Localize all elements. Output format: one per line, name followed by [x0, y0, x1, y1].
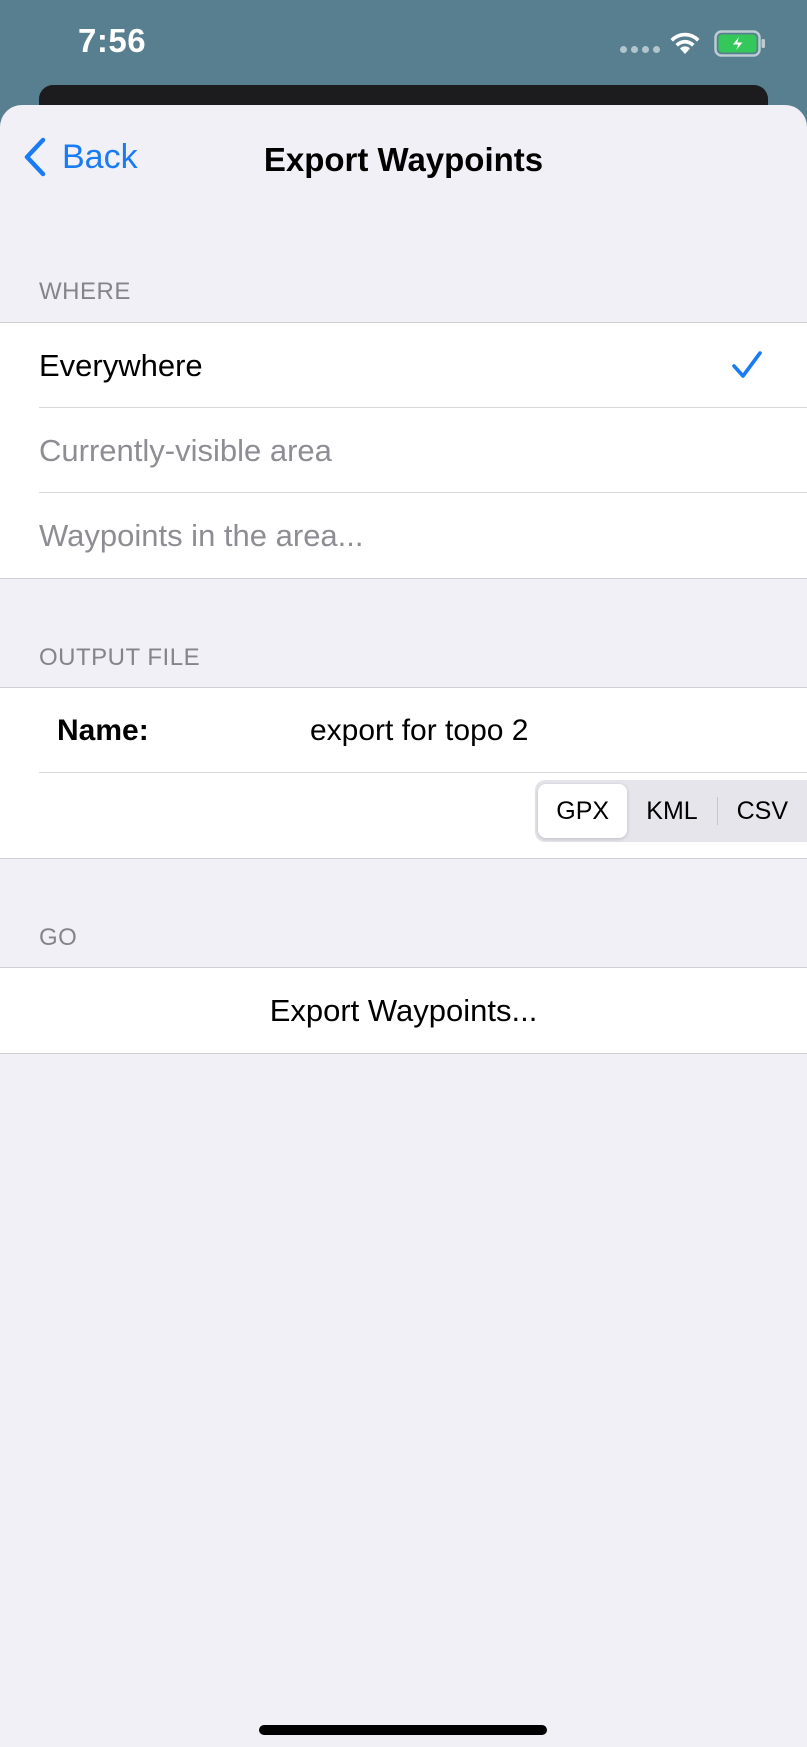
section-header-go: GO	[39, 924, 78, 951]
back-button[interactable]: Back	[22, 137, 138, 177]
format-segment-kml[interactable]: KML	[627, 784, 716, 838]
back-label: Back	[62, 137, 138, 176]
navigation-bar: Export Waypoints Back	[0, 105, 807, 215]
cellular-signal-icon	[620, 46, 660, 53]
where-options-group: Everywhere Currently-visible area Waypoi…	[0, 322, 807, 579]
name-row: Name: export for topo 2	[0, 688, 807, 773]
section-header-where: WHERE	[39, 278, 131, 305]
go-group: Export Waypoints...	[0, 967, 807, 1054]
name-label: Name:	[57, 713, 149, 747]
format-segment-gpx[interactable]: GPX	[538, 784, 628, 838]
file-name-input[interactable]: export for topo 2	[310, 714, 528, 748]
battery-charging-icon	[714, 30, 765, 57]
option-currently-visible-area[interactable]: Currently-visible area	[0, 408, 807, 493]
status-bar: 7:56	[0, 0, 807, 90]
format-segmented-control[interactable]: GPX KML CSV	[535, 780, 807, 842]
option-everywhere[interactable]: Everywhere	[0, 323, 807, 408]
section-header-output-file: OUTPUT FILE	[39, 644, 201, 671]
option-label: Currently-visible area	[39, 432, 332, 468]
format-segment-csv[interactable]: CSV	[718, 784, 807, 838]
status-time: 7:56	[78, 22, 147, 59]
chevron-left-icon	[24, 137, 46, 177]
export-waypoints-button[interactable]: Export Waypoints...	[0, 968, 807, 1053]
wifi-icon	[670, 32, 700, 54]
home-indicator	[259, 1725, 547, 1735]
output-file-group: Name: export for topo 2 GPX KML CSV	[0, 687, 807, 859]
option-label: Waypoints in the area...	[39, 517, 364, 553]
checkmark-icon	[732, 351, 762, 378]
export-label: Export Waypoints...	[269, 992, 538, 1028]
option-waypoints-in-area[interactable]: Waypoints in the area...	[0, 493, 807, 578]
export-waypoints-sheet: Export Waypoints Back WHERE Everywhere C…	[0, 105, 807, 1747]
format-row: GPX KML CSV	[0, 773, 807, 858]
option-label: Everywhere	[39, 347, 203, 383]
